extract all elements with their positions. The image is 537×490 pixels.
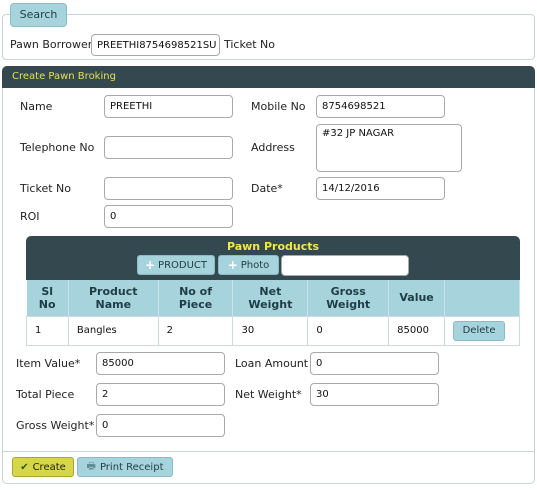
search-fieldset [2,14,535,60]
total-piece-label: Total Piece [16,388,75,401]
products-table: Sl No Product Name No of Piece Net Weight Gr… [26,280,520,346]
mobile-label: Mobile No [251,100,306,113]
net-weight-input[interactable]: 30 [310,383,439,406]
gross-weight-input[interactable]: 0 [96,414,225,437]
products-title: Pawn Products [226,240,320,253]
cell-action: Delete [444,315,520,346]
table-row: 1 Bangles 2 30 0 85000 Delete [26,315,520,346]
cell-gross-weight: 0 [307,315,390,346]
column-header-action [444,280,520,316]
add-product-label: PRODUCT [158,259,208,271]
roi-label: ROI [20,210,40,223]
cell-net-weight: 30 [232,315,309,346]
name-input[interactable]: PREETHI [104,95,233,118]
pawn-borrower-input[interactable]: PREETHI8754698521SU [91,34,220,56]
search-tab[interactable]: Search [10,3,67,27]
address-label: Address [251,141,295,154]
column-header-gross-weight: Gross Weight [307,280,390,316]
total-piece-input[interactable]: 2 [96,383,225,406]
loan-amount-input[interactable]: 0 [310,352,439,375]
cell-sl-no: 1 [26,315,69,346]
roi-input[interactable]: 0 [104,205,233,228]
cell-no-of-piece: 2 [157,315,234,346]
column-header-no-of-piece: No of Piece [158,280,234,316]
footer-divider [2,451,535,452]
pawn-borrower-label: Pawn Borrower [10,38,93,51]
column-header-sl-no: Sl No [26,280,69,316]
telephone-label: Telephone No [20,141,95,154]
printer-icon: 🖶 [86,460,96,472]
column-header-value: Value [388,280,446,316]
mobile-input[interactable]: 8754698521 [316,95,445,118]
cell-value: 85000 [388,315,446,346]
plus-icon: + [227,258,238,272]
telephone-input[interactable] [104,136,233,159]
photo-file-input[interactable] [281,255,409,276]
item-value-label: Item Value* [16,357,81,370]
create-button[interactable]: ✔ Create [12,457,74,477]
add-photo-button[interactable]: + Photo [218,255,279,275]
column-header-net-weight: Net Weight [232,280,309,316]
delete-button[interactable]: Delete [453,320,506,341]
print-receipt-label: Print Receipt [99,461,164,473]
add-product-button[interactable]: + PRODUCT [137,255,215,275]
table-header-row: Sl No Product Name No of Piece Net Weight Gr… [26,280,520,316]
net-weight-label: Net Weight* [235,388,302,401]
address-textarea[interactable]: #32 JP NAGAR [316,124,462,172]
plus-icon: + [144,258,156,272]
checkmark-icon: ✔ [20,461,29,473]
ticket-input[interactable] [104,177,233,200]
item-value-input[interactable]: 85000 [96,352,225,375]
print-receipt-button[interactable]: 🖶 Print Receipt [77,457,173,477]
cell-product-name: Bangles [67,315,159,346]
gross-weight-label: Gross Weight* [16,419,95,432]
ticket-label: Ticket No [20,182,71,195]
panel-title: Create Pawn Broking [2,66,535,88]
date-input[interactable]: 14/12/2016 [316,177,445,200]
column-header-product-name: Product Name [68,280,159,316]
name-label: Name [20,100,53,113]
add-photo-label: Photo [240,259,270,271]
ticket-no-label: Ticket No [224,38,275,51]
create-button-label: Create [32,461,66,473]
date-label: Date* [251,182,283,195]
loan-amount-label: Loan Amount [235,357,309,370]
